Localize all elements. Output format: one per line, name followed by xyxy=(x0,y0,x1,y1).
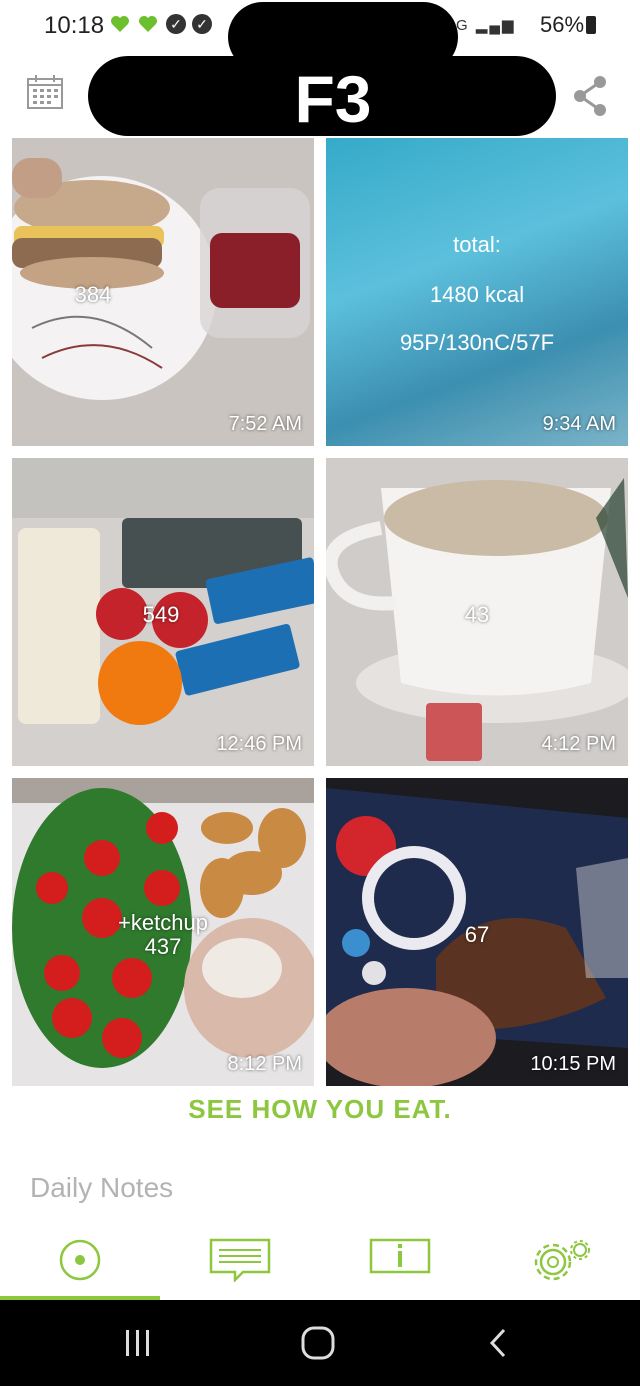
meal-tile[interactable]: 549 12:46 PM xyxy=(12,458,314,766)
bottom-tab-bar xyxy=(0,1228,640,1300)
tab-notes[interactable] xyxy=(160,1228,320,1300)
meal-tile[interactable]: 67 10:15 PM xyxy=(326,778,628,1086)
camera-target-icon xyxy=(59,1239,101,1281)
calendar-icon[interactable] xyxy=(26,74,64,110)
tab-info[interactable] xyxy=(320,1228,480,1300)
total-kcal: 1480 kcal xyxy=(429,282,525,307)
heart-icon xyxy=(111,16,129,32)
calorie-label: 43 xyxy=(464,602,490,627)
battery-percent: 56% xyxy=(540,12,585,37)
meal-time: 7:52 AM xyxy=(228,413,302,435)
meal-tile[interactable]: 384 7:52 AM xyxy=(12,138,314,446)
heart-icon xyxy=(139,16,157,32)
home-icon[interactable] xyxy=(288,1322,348,1366)
share-icon[interactable] xyxy=(570,74,610,118)
recent-apps-icon[interactable] xyxy=(108,1322,168,1366)
message-icon xyxy=(209,1238,271,1282)
meal-time: 4:12 PM xyxy=(541,733,616,755)
meal-tile[interactable]: 43 4:12 PM xyxy=(326,458,628,766)
gear-icon xyxy=(534,1240,590,1281)
slogan: SEE HOW YOU EAT. xyxy=(188,1094,452,1124)
tab-camera[interactable] xyxy=(0,1228,160,1300)
check-icon: ✓ xyxy=(192,14,212,34)
meal-time: 10:15 PM xyxy=(530,1053,616,1075)
calorie-label: 384 xyxy=(74,282,112,307)
meal-note: +ketchup xyxy=(118,910,208,935)
tab-settings[interactable] xyxy=(480,1228,640,1300)
daily-total-tile[interactable]: total: 1480 kcal 95P/130nC/57F 9:34 AM xyxy=(326,138,628,446)
total-macros: 95P/130nC/57F xyxy=(399,330,555,355)
daily-notes-field[interactable]: Daily Notes xyxy=(30,1172,173,1204)
info-icon xyxy=(369,1238,431,1274)
system-nav-bar xyxy=(0,1300,640,1386)
page-title: F3 xyxy=(294,62,372,136)
meal-tile[interactable]: +ketchup 437 8:12 PM xyxy=(12,778,314,1086)
back-icon[interactable] xyxy=(468,1322,528,1366)
status-time: 10:18 xyxy=(44,12,105,39)
meal-time: 12:46 PM xyxy=(216,733,302,755)
total-label: total: xyxy=(453,232,501,257)
meal-time: 9:34 AM xyxy=(542,413,616,435)
battery-icon xyxy=(586,16,596,34)
calorie-label: 437 xyxy=(144,934,182,959)
calorie-label: 549 xyxy=(142,602,180,627)
meal-time: 8:12 PM xyxy=(227,1053,302,1075)
calorie-label: 67 xyxy=(464,922,490,947)
app-header: F3 xyxy=(0,2,640,138)
check-icon: ✓ xyxy=(166,14,186,34)
